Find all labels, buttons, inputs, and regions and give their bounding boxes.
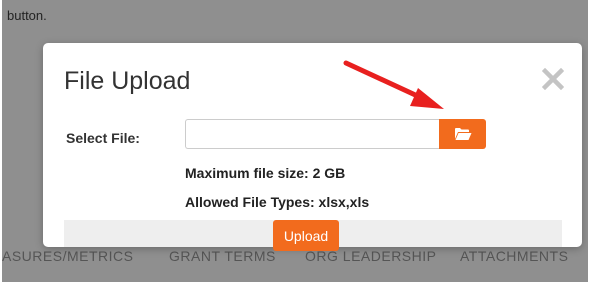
- upload-button[interactable]: Upload: [273, 220, 339, 251]
- annotation-arrow: [343, 60, 444, 109]
- allowed-file-types-text: Allowed File Types: xlsx,xls: [185, 194, 370, 210]
- background-text: button.: [7, 8, 47, 23]
- modal-title: File Upload: [64, 67, 191, 95]
- browse-file-button[interactable]: [439, 119, 486, 149]
- page-backdrop: button. ASURES/METRICS GRANT TERMS ORG L…: [2, 0, 588, 282]
- max-file-size-text: Maximum file size: 2 GB: [185, 165, 346, 181]
- tab-grant-terms[interactable]: GRANT TERMS: [169, 248, 276, 264]
- tab-measures-metrics[interactable]: ASURES/METRICS: [2, 248, 133, 264]
- select-file-label: Select File:: [66, 130, 140, 146]
- tab-attachments[interactable]: ATTACHMENTS: [460, 248, 568, 264]
- close-icon: [542, 68, 564, 90]
- file-path-input[interactable]: [185, 119, 439, 149]
- file-upload-modal: File Upload Select File: Maximum file si…: [43, 43, 582, 251]
- folder-open-icon: [454, 128, 471, 140]
- close-button[interactable]: [537, 63, 569, 95]
